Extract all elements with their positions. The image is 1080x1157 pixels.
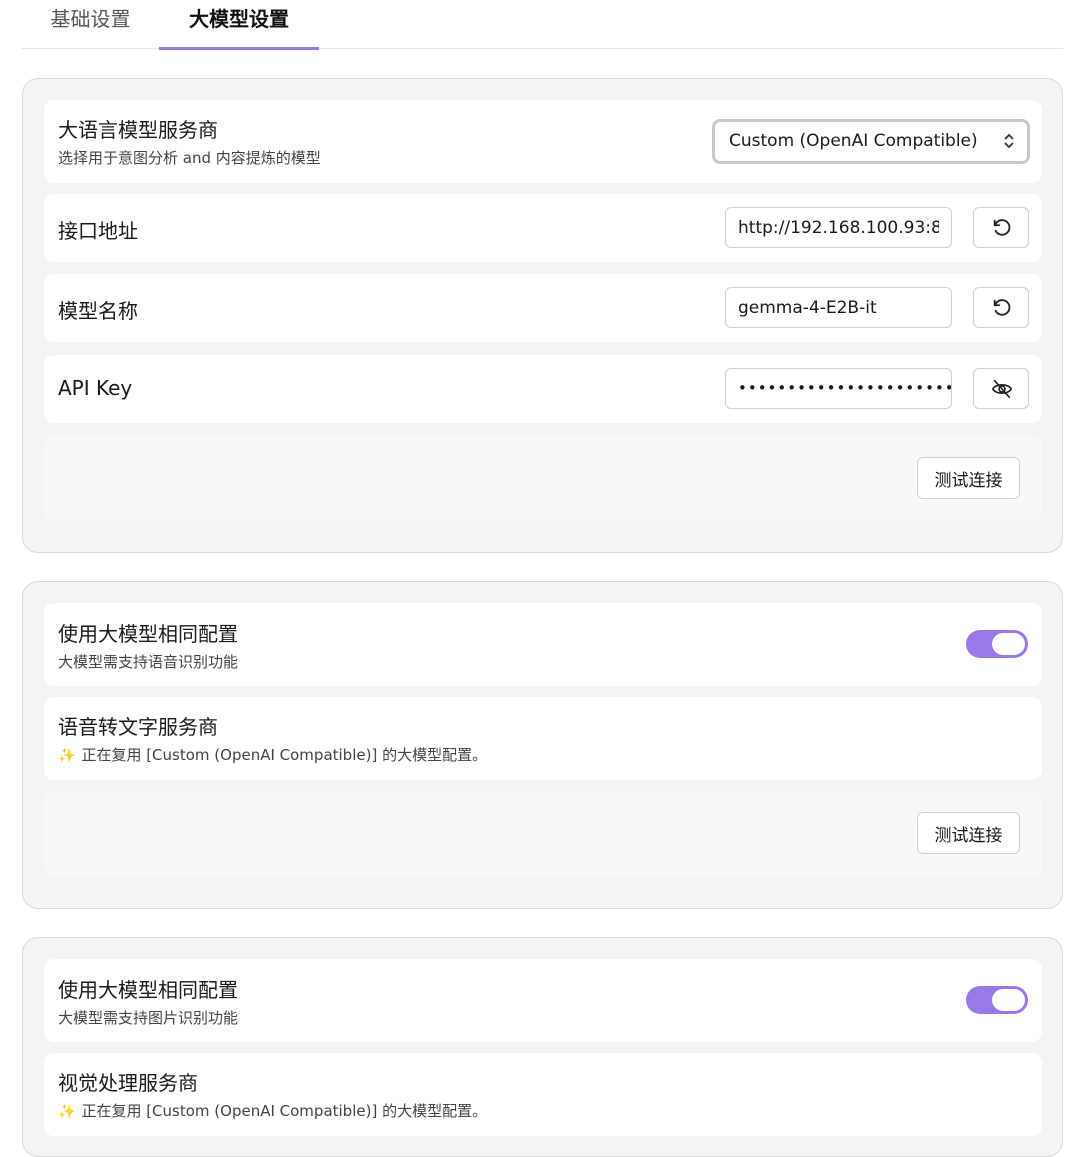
tab-basic-settings[interactable]: 基础设置 [22, 0, 159, 49]
api-key-label: API Key [58, 376, 133, 400]
llm-test-connection-button[interactable]: 测试连接 [917, 457, 1020, 499]
api-key-masked-value: •••••••••••••••••••••••••• [738, 379, 952, 397]
vision-reuse-toggle[interactable] [966, 986, 1028, 1014]
llm-provider-description: 选择用于意图分析 and 内容提炼的模型 [58, 149, 321, 167]
speech-reuse-description: 大模型需支持语音识别功能 [58, 653, 239, 671]
api-key-input[interactable]: •••••••••••••••••••••••••• [725, 368, 952, 409]
model-name-row: 模型名称 [44, 274, 1042, 342]
speech-test-connection-button[interactable]: 测试连接 [917, 812, 1020, 854]
sparkle-icon: ✨ [58, 1104, 76, 1120]
api-key-row: API Key •••••••••••••••••••••••••• [44, 355, 1042, 423]
vision-reuse-row: 使用大模型相同配置 大模型需支持图片识别功能 [44, 959, 1042, 1042]
speech-provider-row: 语音转文字服务商 ✨ 正在复用 [Custom (OpenAI Compatibl… [44, 697, 1042, 780]
endpoint-input[interactable] [725, 207, 952, 248]
vision-reuse-label: 使用大模型相同配置 [58, 978, 238, 1002]
vision-reuse-note: ✨ 正在复用 [Custom (OpenAI Compatible)] 的大模型配… [58, 1100, 487, 1121]
speech-settings-card: 使用大模型相同配置 大模型需支持语音识别功能 语音转文字服务商 ✨ 正在复用 [C… [22, 581, 1063, 909]
llm-test-footer: 测试连接 [44, 435, 1042, 520]
sparkle-icon: ✨ [58, 748, 76, 764]
chevron-up-down-icon [1004, 133, 1014, 149]
llm-settings-card: 大语言模型服务商 选择用于意图分析 and 内容提炼的模型 Custom (Op… [22, 78, 1063, 553]
speech-provider-label: 语音转文字服务商 [58, 715, 218, 739]
reset-icon [993, 299, 1011, 316]
speech-reuse-note-text: 正在复用 [Custom (OpenAI Compatible)] 的大模型配置… [81, 746, 488, 764]
endpoint-reset-button[interactable] [973, 207, 1029, 248]
vision-reuse-note-text: 正在复用 [Custom (OpenAI Compatible)] 的大模型配置… [81, 1102, 488, 1120]
endpoint-row: 接口地址 [44, 194, 1042, 262]
vision-provider-label: 视觉处理服务商 [58, 1071, 198, 1095]
vision-settings-card: 使用大模型相同配置 大模型需支持图片识别功能 视觉处理服务商 ✨ 正在复用 [Cu… [22, 937, 1063, 1157]
model-name-reset-button[interactable] [973, 287, 1029, 328]
speech-test-footer: 测试连接 [44, 792, 1042, 877]
tab-llm-settings[interactable]: 大模型设置 [159, 0, 319, 50]
toggle-knob [992, 633, 1025, 655]
toggle-knob [992, 989, 1025, 1011]
model-name-input[interactable] [725, 287, 952, 328]
tab-llm-settings-label: 大模型设置 [189, 7, 289, 31]
speech-reuse-row: 使用大模型相同配置 大模型需支持语音识别功能 [44, 603, 1042, 686]
vision-reuse-description: 大模型需支持图片识别功能 [58, 1009, 239, 1027]
speech-reuse-toggle[interactable] [966, 630, 1028, 658]
llm-provider-select-value: Custom (OpenAI Compatible) [729, 131, 978, 151]
eye-off-icon [991, 379, 1013, 399]
model-name-label: 模型名称 [58, 299, 138, 323]
speech-reuse-note: ✨ 正在复用 [Custom (OpenAI Compatible)] 的大模型配… [58, 744, 487, 765]
active-tab-indicator [159, 47, 319, 50]
llm-provider-row: 大语言模型服务商 选择用于意图分析 and 内容提炼的模型 Custom (Op… [44, 100, 1042, 183]
speech-reuse-label: 使用大模型相同配置 [58, 622, 238, 646]
endpoint-label: 接口地址 [58, 219, 138, 243]
vision-provider-row: 视觉处理服务商 ✨ 正在复用 [Custom (OpenAI Compatible… [44, 1053, 1042, 1136]
settings-tabs: 基础设置 大模型设置 [22, 0, 1063, 50]
toggle-api-key-visibility-button[interactable] [973, 368, 1029, 409]
llm-provider-select[interactable]: Custom (OpenAI Compatible) [712, 119, 1030, 164]
llm-provider-label: 大语言模型服务商 [58, 118, 218, 142]
reset-icon [993, 219, 1011, 236]
